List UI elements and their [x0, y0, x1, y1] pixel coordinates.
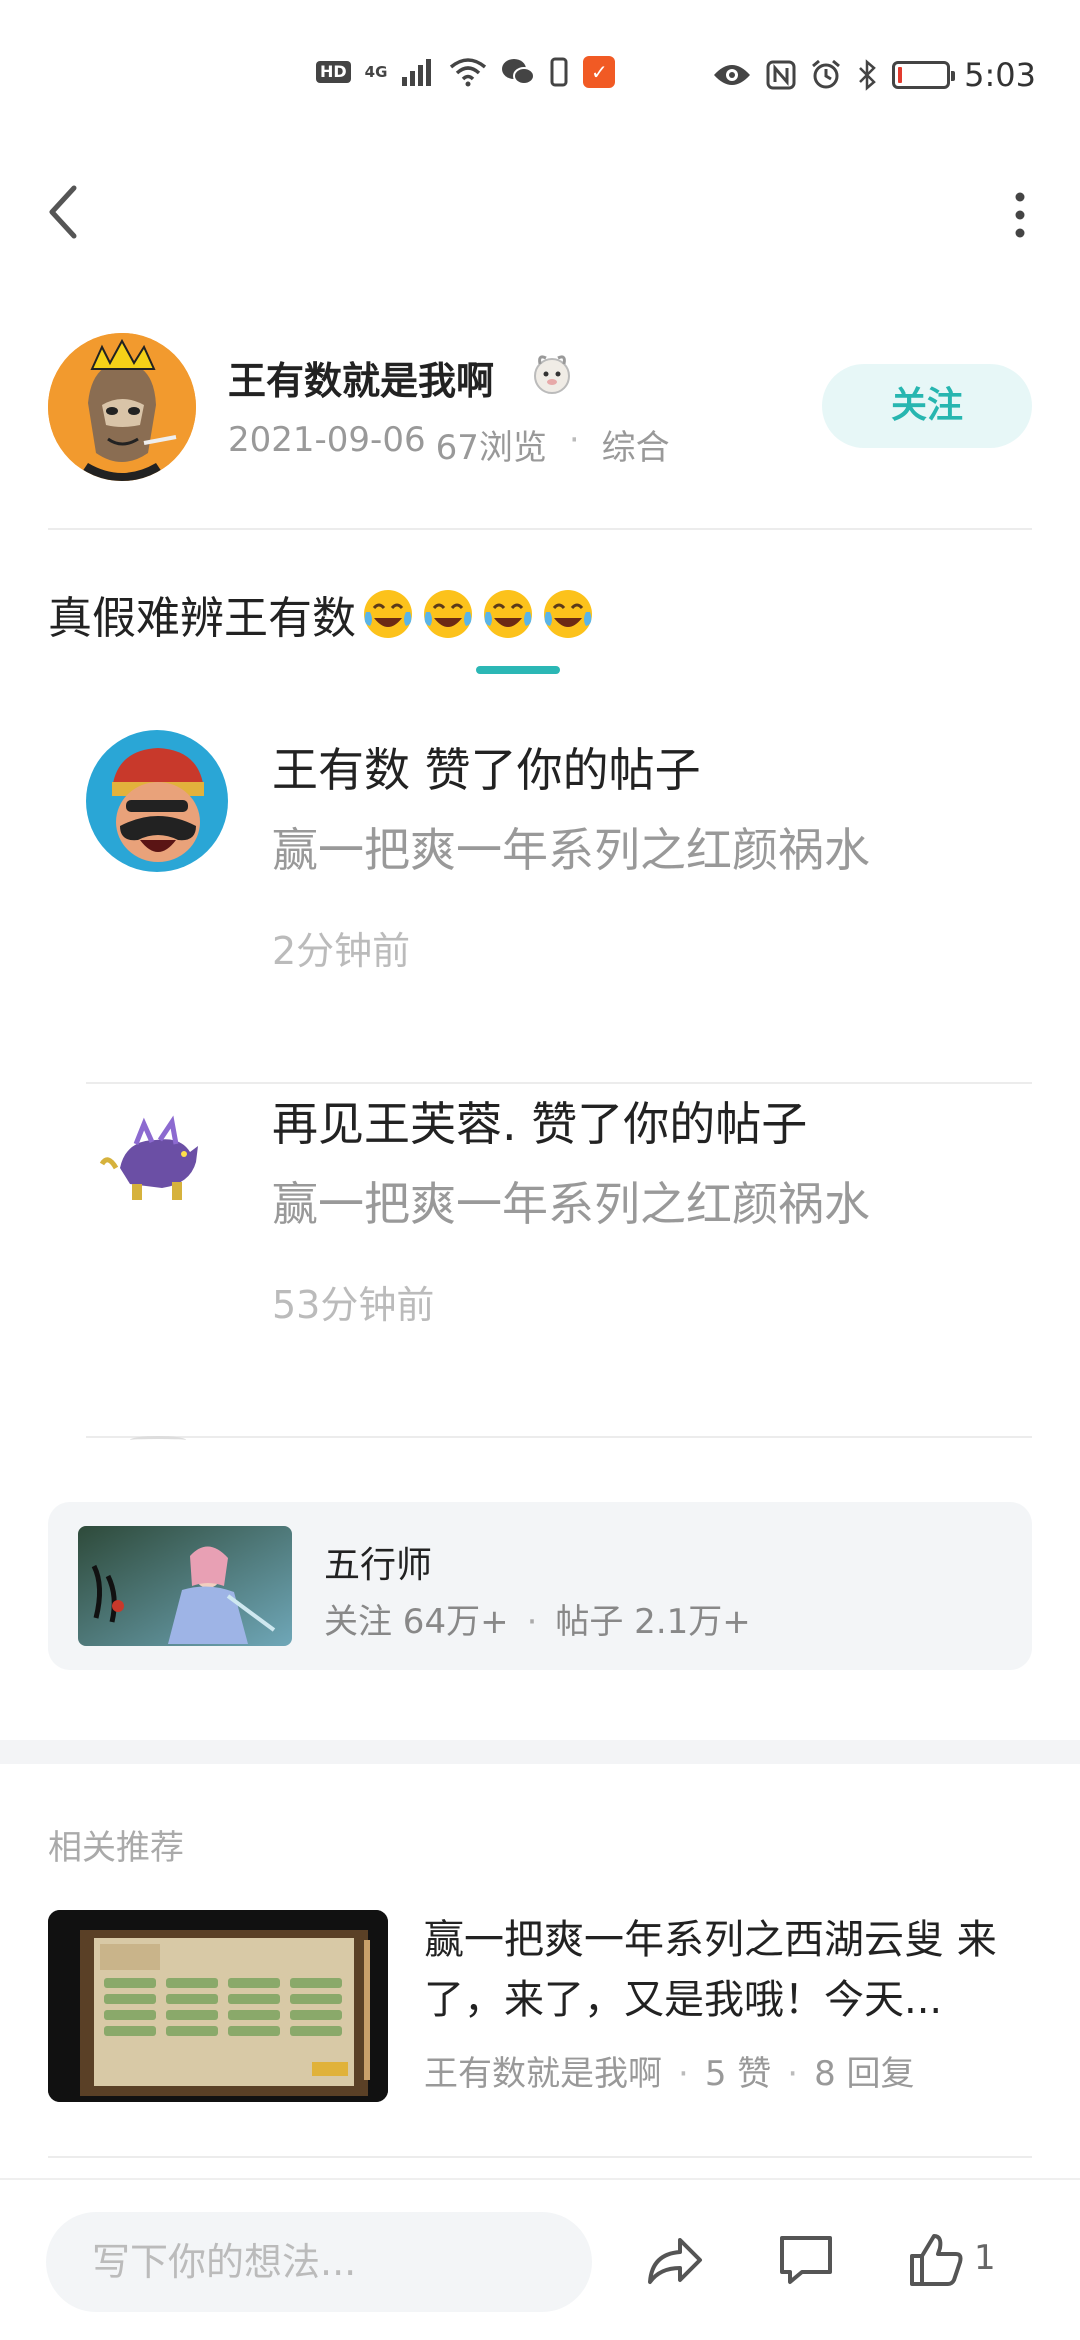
- notification-avatar[interactable]: [86, 730, 228, 872]
- back-arrow-icon[interactable]: [40, 180, 90, 244]
- notification-item[interactable]: 王有数 赞了你的帖子 赢一把爽一年系列之红颜祸水 2分钟前: [86, 730, 1032, 1084]
- laughing-tears-emoji-icon: [544, 590, 592, 638]
- user-badge-icon: [534, 355, 570, 394]
- post-meta: 2021-09-06 67浏览 · 综合: [228, 420, 670, 469]
- scroll-indicator: [476, 666, 560, 674]
- partial-notification-avatar: [130, 1436, 186, 1444]
- app-notification-icon: ✓: [583, 56, 616, 88]
- author-name[interactable]: 王有数就是我啊: [228, 350, 494, 405]
- alarm-icon: [812, 59, 841, 89]
- comment-icon[interactable]: [774, 2228, 838, 2292]
- eye-icon: [714, 65, 751, 85]
- divider: [86, 1436, 1032, 1438]
- laughing-tears-emoji-icon: [364, 590, 412, 638]
- wechat-icon: [502, 59, 536, 85]
- bluetooth-icon: [859, 59, 876, 91]
- circle-stats: 关注 64万+ · 帖子 2.1万+: [324, 1594, 751, 1643]
- meta-separator: ·: [526, 1602, 538, 1642]
- related-post-thumbnail: [48, 1910, 388, 2102]
- circle-cover-image: [78, 1526, 292, 1646]
- notification-post-title[interactable]: 赢一把爽一年系列之红颜祸水: [272, 1168, 870, 1234]
- circle-followers: 关注 64万+: [324, 1602, 509, 1642]
- circle-card[interactable]: 五行师 关注 64万+ · 帖子 2.1万+: [48, 1502, 1032, 1670]
- phone-icon: [550, 57, 568, 87]
- follow-button[interactable]: 关注: [822, 364, 1032, 448]
- status-right-icons: 5:03: [712, 56, 1036, 94]
- notification-title: 王有数 赞了你的帖子: [272, 743, 701, 797]
- related-post-item[interactable]: 赢一把爽一年系列之西湖云叟 来了，来了，又是我哦！今天... 王有数就是我啊 · 5…: [48, 1910, 1032, 2106]
- status-bar: HD 4G ✓ 5:03: [0, 0, 1080, 110]
- notification-title: 再见王芙蓉. 赞了你的帖子: [272, 1097, 808, 1151]
- laughing-tears-emoji-icon: [484, 590, 532, 638]
- circle-name: 五行师: [324, 1545, 433, 1586]
- notification-time: 2分钟前: [272, 929, 411, 973]
- hd-icon: HD: [316, 61, 351, 83]
- cell-signal-icon: [402, 59, 432, 86]
- share-icon[interactable]: [642, 2228, 706, 2292]
- post-title-text: 真假难辨王有数: [48, 593, 356, 644]
- more-options-icon[interactable]: [1000, 185, 1040, 245]
- post-views: 67浏览: [435, 428, 547, 468]
- like-count: 1: [974, 2238, 996, 2278]
- author-avatar[interactable]: [48, 333, 196, 481]
- comment-input[interactable]: 写下你的想法...: [46, 2212, 592, 2312]
- related-post-likes: 5 赞: [704, 2054, 772, 2094]
- related-post-title: 赢一把爽一年系列之西湖云叟 来了，来了，又是我哦！今天...: [424, 1917, 997, 2023]
- battery-icon: [892, 61, 956, 89]
- post-date: 2021-09-06: [228, 420, 426, 460]
- clock: 5:03: [964, 56, 1036, 94]
- divider: [48, 2156, 1032, 2158]
- section-separator: [0, 1740, 1080, 1764]
- related-post-replies: 8 回复: [814, 2054, 915, 2094]
- meta-separator: ·: [568, 420, 580, 460]
- notification-time: 53分钟前: [272, 1283, 435, 1327]
- meta-separator: ·: [678, 2054, 689, 2094]
- wifi-icon: [450, 58, 487, 87]
- notification-post-title[interactable]: 赢一把爽一年系列之红颜祸水: [272, 814, 870, 880]
- nfc-icon: [766, 60, 796, 90]
- post-category[interactable]: 综合: [602, 420, 670, 469]
- post-title: 真假难辨王有数: [48, 582, 596, 646]
- network-type-label: 4G: [364, 63, 388, 81]
- notification-item[interactable]: 再见王芙蓉. 赞了你的帖子 赢一把爽一年系列之红颜祸水 53分钟前: [86, 1084, 1032, 1438]
- circle-posts: 帖子 2.1万+: [555, 1602, 751, 1642]
- bottom-action-bar: 写下你的想法... 1: [0, 2178, 1080, 2340]
- related-post-meta: 王有数就是我啊 · 5 赞 · 8 回复: [424, 2046, 915, 2095]
- related-post-author: 王有数就是我啊: [424, 2054, 662, 2094]
- notification-avatar[interactable]: [86, 1084, 228, 1226]
- thumbs-up-icon[interactable]: [904, 2228, 968, 2292]
- laughing-tears-emoji-icon: [424, 590, 472, 638]
- status-left-icons: HD 4G ✓: [316, 56, 616, 88]
- related-section-label: 相关推荐: [48, 1828, 184, 1868]
- meta-separator: ·: [787, 2054, 799, 2094]
- divider: [48, 528, 1032, 530]
